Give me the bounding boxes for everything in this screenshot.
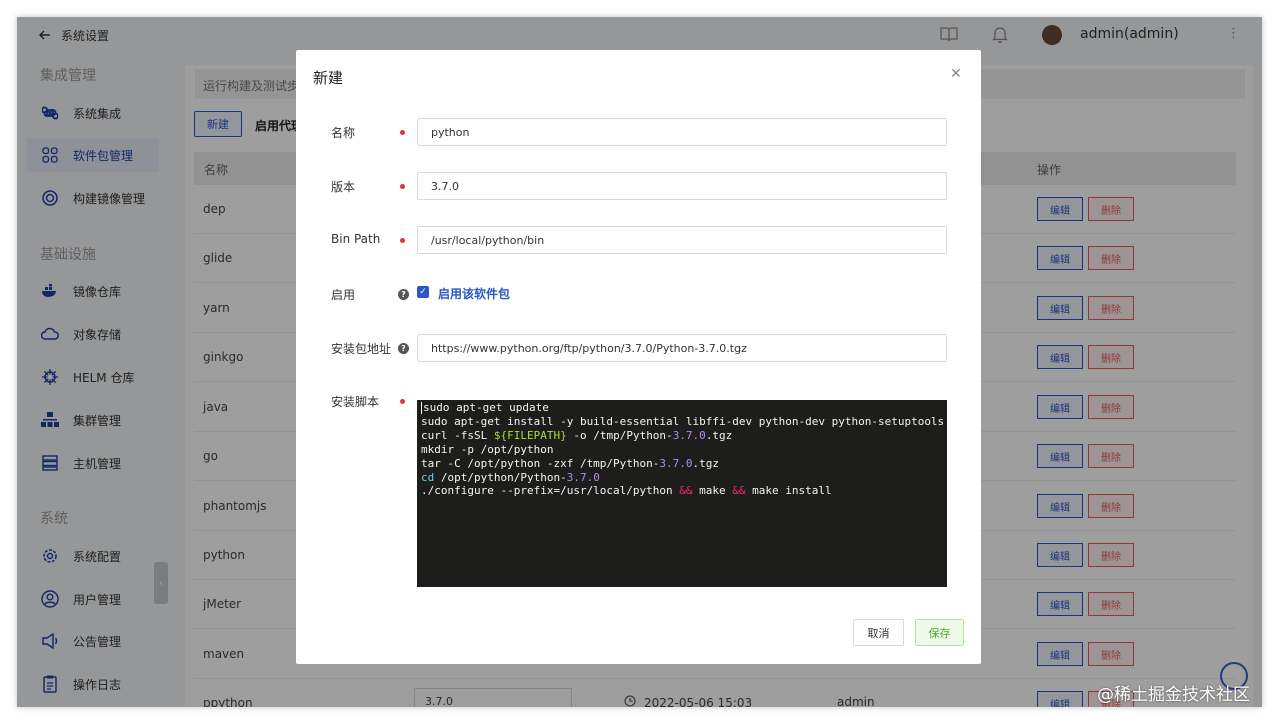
new-package-dialog: 新建 ✕ 名称 版本 Bin Path 启用 ? ✓ 启用该软件包 安装包地址 …	[296, 50, 981, 664]
app-window: 系统设置 集成管理 系统集成 软件包管理 构建镜像管理 基础设施 镜像仓库 对象…	[17, 17, 1262, 707]
install-url-label: 安装包地址	[331, 342, 392, 356]
question-icon[interactable]: ?	[398, 289, 409, 300]
name-label: 名称	[331, 126, 356, 140]
install-script-label: 安装脚本	[331, 395, 380, 409]
install-url-input[interactable]	[417, 334, 947, 362]
enable-checkbox-label[interactable]: 启用该软件包	[438, 285, 510, 302]
script-line: cd /opt/python/Python-3.7.0	[421, 470, 600, 484]
script-line: sudo apt-get update	[421, 401, 549, 414]
required-dot	[400, 399, 405, 404]
script-line: sudo apt-get install -y build-essential …	[421, 414, 947, 428]
cancel-button[interactable]: 取消	[853, 619, 904, 646]
version-label: 版本	[331, 180, 356, 194]
close-icon[interactable]: ✕	[950, 66, 962, 82]
name-input[interactable]	[417, 118, 947, 146]
required-dot	[400, 238, 405, 243]
question-icon[interactable]: ?	[398, 343, 409, 354]
script-line: tar -C /opt/python -zxf /tmp/Python-3.7.…	[421, 456, 720, 470]
version-input[interactable]	[417, 172, 947, 200]
enable-checkbox[interactable]: ✓	[417, 286, 429, 298]
bin-path-input[interactable]	[417, 226, 947, 254]
watermark: @稀土掘金技术社区	[1097, 685, 1250, 705]
script-line: curl -fsSL ${FILEPATH} -o /tmp/Python-3.…	[421, 428, 733, 442]
save-button[interactable]: 保存	[915, 619, 964, 646]
script-line: mkdir -p /opt/python	[421, 442, 554, 456]
script-line: ./configure --prefix=/usr/local/python &…	[421, 484, 832, 498]
bin-path-label: Bin Path	[331, 232, 381, 246]
required-dot	[400, 184, 405, 189]
install-script-editor[interactable]: sudo apt-get update sudo apt-get install …	[417, 400, 947, 587]
dialog-title: 新建	[313, 69, 344, 87]
enable-label: 启用	[331, 288, 356, 302]
required-dot	[400, 130, 405, 135]
